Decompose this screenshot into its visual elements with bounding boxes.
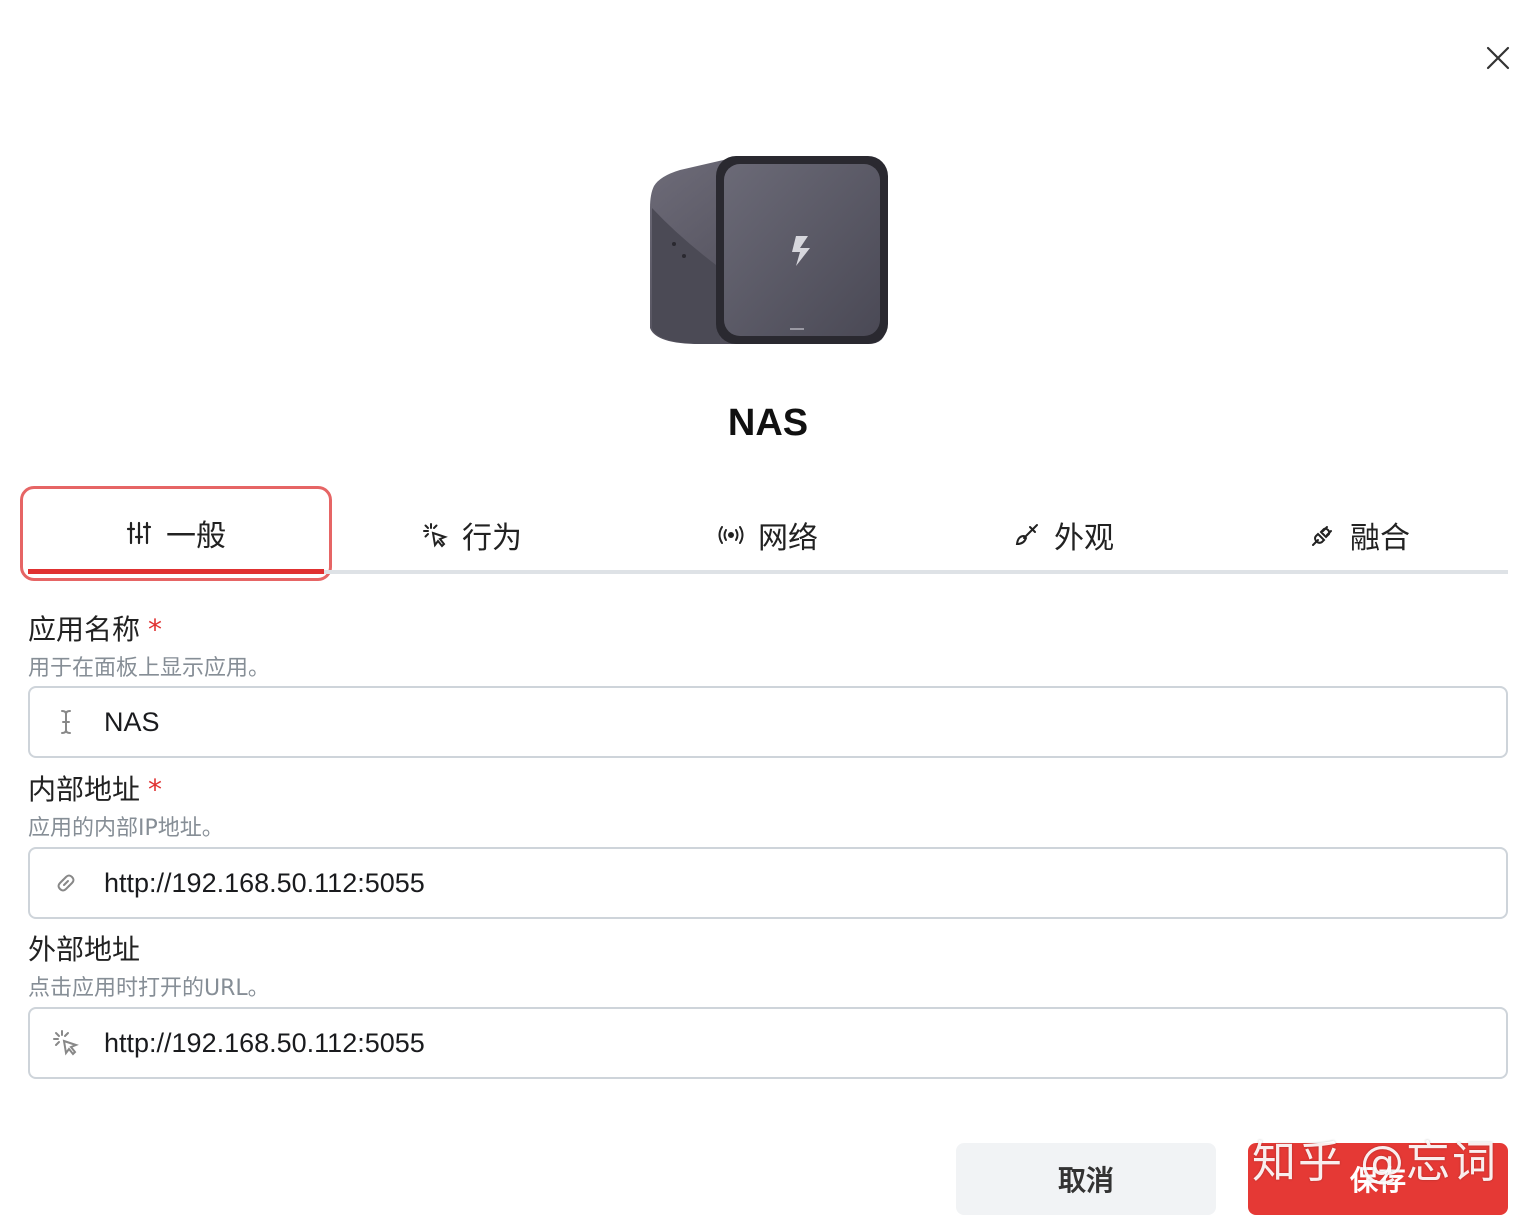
tab-label: 融合 <box>1350 521 1410 556</box>
internal-address-field[interactable] <box>28 847 1508 919</box>
name-label-text: 应用名称 <box>28 613 141 646</box>
internal-address-description: 应用的内部IP地址。 <box>28 816 224 841</box>
tab-network[interactable]: 网络 <box>620 496 916 574</box>
name-input[interactable] <box>104 706 1464 738</box>
external-address-label: 外部地址 <box>28 928 140 968</box>
link-icon <box>50 867 82 899</box>
name-description: 用于在面板上显示应用。 <box>28 656 271 681</box>
pointer-click-icon <box>50 1027 82 1059</box>
save-button[interactable]: 保存 <box>1248 1143 1508 1215</box>
tab-integration[interactable]: 融合 <box>1212 496 1508 574</box>
tab-label: 网络 <box>758 521 818 556</box>
external-address-description: 点击应用时打开的URL。 <box>28 976 270 1001</box>
required-marker: * <box>148 613 163 646</box>
cursor-text-icon <box>50 706 82 738</box>
nas-device-image <box>650 156 888 344</box>
close-button[interactable] <box>1480 40 1516 76</box>
required-marker: * <box>148 773 163 806</box>
tab-bar: 一般 行为 网络 外观 融合 <box>28 496 1508 574</box>
name-label: 应用名称 * <box>28 608 162 648</box>
brush-icon <box>1015 524 1038 546</box>
cancel-button[interactable]: 取消 <box>956 1143 1216 1215</box>
external-address-input[interactable] <box>104 1027 1464 1059</box>
tab-appearance[interactable]: 外观 <box>916 496 1212 574</box>
close-icon <box>1486 46 1510 70</box>
tab-general[interactable]: 一般 <box>28 496 324 574</box>
internal-label-text: 内部地址 <box>28 773 141 806</box>
external-address-field[interactable] <box>28 1007 1508 1079</box>
plug-icon <box>1312 526 1332 546</box>
tab-label: 外观 <box>1054 521 1114 556</box>
external-label-text: 外部地址 <box>28 933 141 966</box>
broadcast-icon <box>718 526 744 544</box>
tab-label: 行为 <box>462 521 522 556</box>
internal-address-input[interactable] <box>104 867 1464 899</box>
internal-address-label: 内部地址 * <box>28 768 162 808</box>
sliders-icon <box>126 521 152 544</box>
tab-label: 一般 <box>166 518 226 554</box>
pointer-click-icon <box>423 523 448 548</box>
tab-behavior[interactable]: 行为 <box>324 496 620 574</box>
app-title: NAS <box>727 402 809 444</box>
name-field[interactable] <box>28 686 1508 758</box>
